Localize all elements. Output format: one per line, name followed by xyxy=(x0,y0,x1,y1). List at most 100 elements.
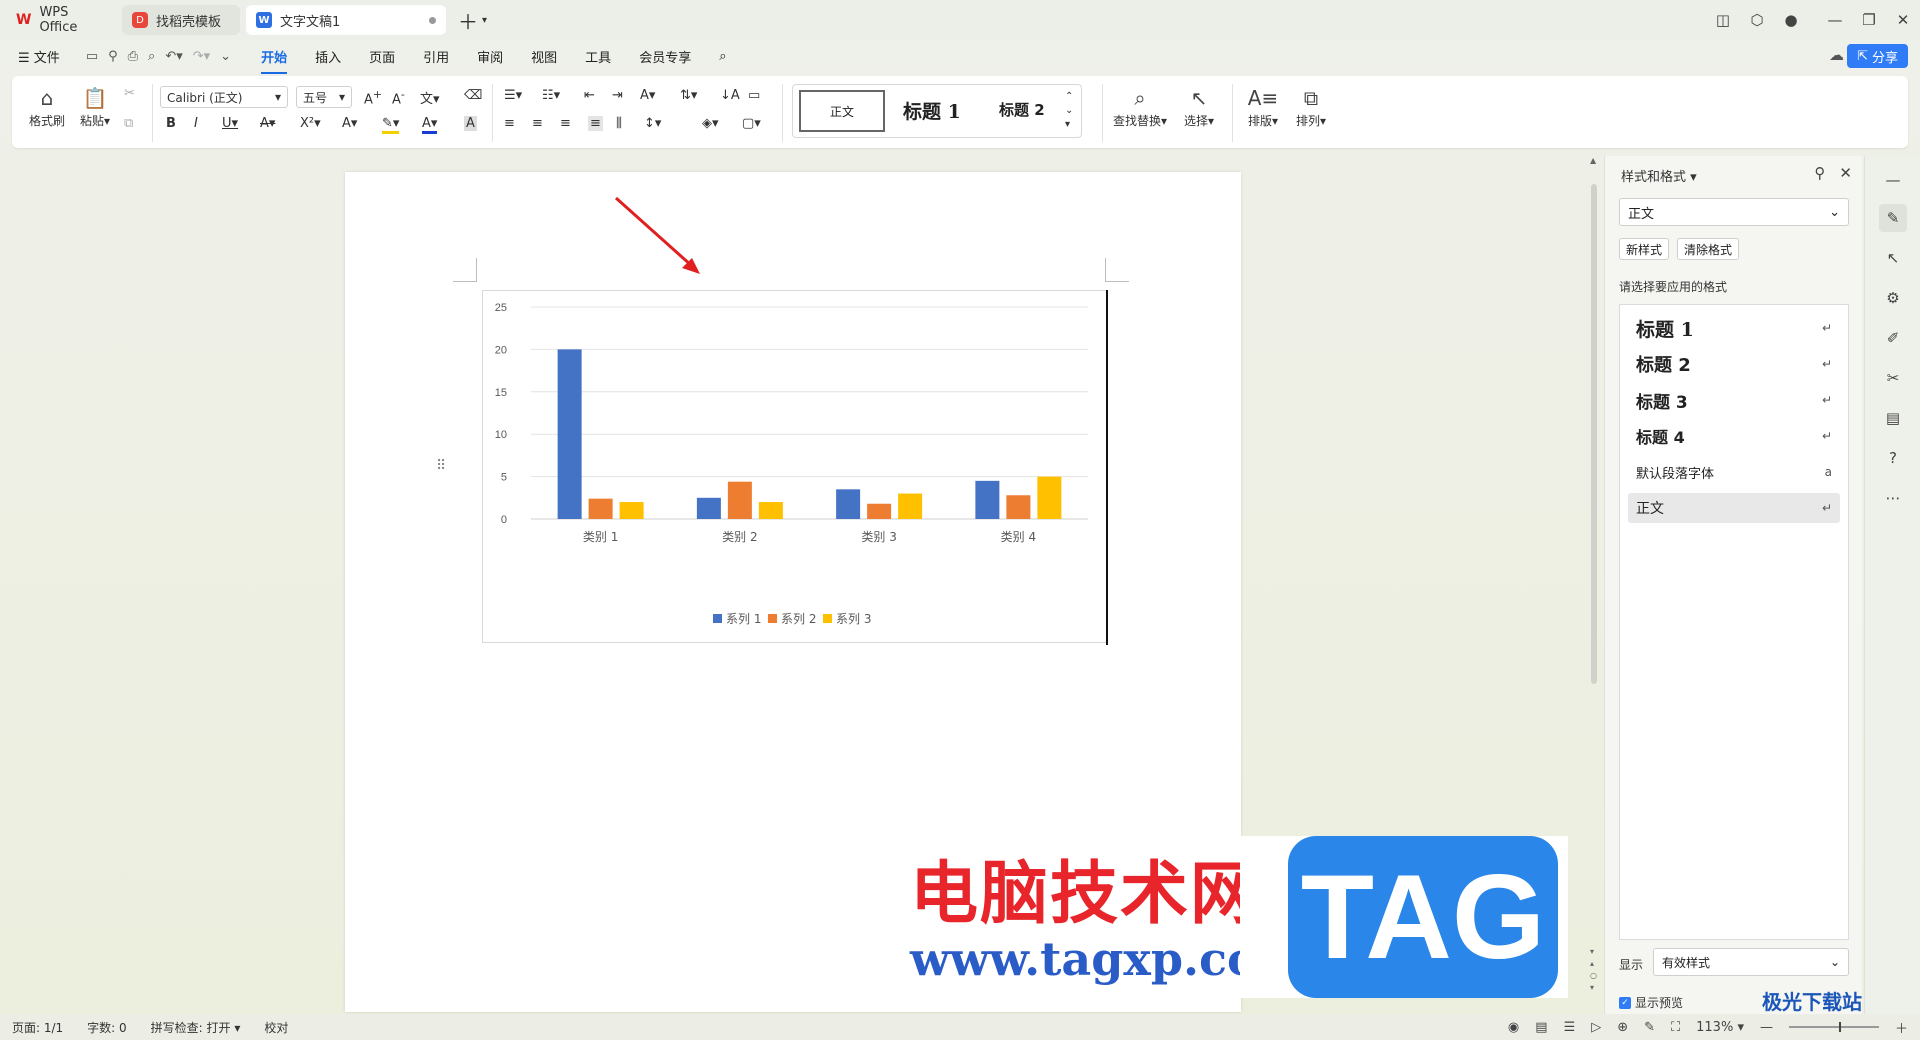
char-shading-icon[interactable]: A xyxy=(464,116,477,131)
border-icon[interactable]: ▢▾ xyxy=(742,116,761,131)
drag-handle-icon[interactable]: ⠿ xyxy=(436,458,446,474)
style-item-default-font[interactable]: 默认段落字体 a xyxy=(1628,457,1840,487)
book-icon[interactable]: ▤ xyxy=(1879,404,1907,432)
zoom-slider[interactable] xyxy=(1788,1022,1879,1032)
italic-icon[interactable]: I xyxy=(194,116,198,131)
embedded-chart[interactable]: 0 5 10 15 20 25 类别 1 类别 2 类别 3 类别 4 系列 1 系列 2 系列 3 xyxy=(482,290,1107,643)
justify-icon[interactable]: ≡ xyxy=(588,116,603,131)
paste-button[interactable]: 📋 粘贴▾ xyxy=(72,84,118,129)
page-view-icon[interactable]: ▤ xyxy=(1535,1020,1547,1035)
chevron-down-icon[interactable]: ⌄ xyxy=(1065,105,1073,116)
help-icon[interactable]: ? xyxy=(1879,444,1907,472)
style-heading-1[interactable]: 标题 1 xyxy=(903,97,961,124)
scroll-up-icon[interactable]: ▲ xyxy=(1590,156,1596,165)
distributed-icon[interactable]: ⫼ xyxy=(616,116,622,131)
phonetic-icon[interactable]: 文▾ xyxy=(420,88,440,107)
save-icon[interactable]: ▭ xyxy=(86,49,98,64)
zoom-out-icon[interactable]: — xyxy=(1760,1020,1773,1035)
format-painter-button[interactable]: ⌂ 格式刷 xyxy=(24,84,70,129)
cut-icon[interactable]: ✂ xyxy=(124,86,135,101)
undo-icon[interactable]: ↶▾ xyxy=(165,49,182,64)
layout-button[interactable]: A≡ 排版▾ xyxy=(1240,84,1286,129)
share-button[interactable]: ⇱ 分享 xyxy=(1847,44,1908,68)
file-menu[interactable]: ☰ 文件 xyxy=(0,47,70,66)
bold-icon[interactable]: B xyxy=(166,116,176,131)
sort-icon[interactable]: ⇅▾ xyxy=(680,88,697,103)
numbered-list-icon[interactable]: ☷▾ xyxy=(542,88,560,103)
more-icon[interactable]: ⌄ xyxy=(220,49,231,64)
superscript-icon[interactable]: X²▾ xyxy=(300,116,321,131)
menu-tab-review[interactable]: 审阅 xyxy=(463,47,517,66)
eraser-icon[interactable]: ⌫ xyxy=(464,88,482,103)
menu-tab-tools[interactable]: 工具 xyxy=(571,47,625,66)
collapse-icon[interactable]: — xyxy=(1879,166,1907,194)
underline-icon[interactable]: U▾ xyxy=(222,116,238,131)
menu-tab-view[interactable]: 视图 xyxy=(517,47,571,66)
search-icon[interactable]: ⌕ xyxy=(705,49,740,64)
web-view-icon[interactable]: ⊕ xyxy=(1617,1020,1628,1035)
adjust-icon[interactable]: ⚙ xyxy=(1879,284,1907,312)
fit-icon[interactable]: ⛶ xyxy=(1671,1020,1680,1035)
close-button[interactable]: ✕ xyxy=(1886,11,1920,29)
layout-icon[interactable]: ◫ xyxy=(1706,11,1740,29)
style-item-heading-3[interactable]: 标题 3 ↵ xyxy=(1628,385,1840,415)
page-nav-icons[interactable]: ▾ ▴ ○ ▾ xyxy=(1590,946,1597,994)
cube-icon[interactable]: ⬡ xyxy=(1740,11,1774,29)
tab-document[interactable]: W 文字文稿1 xyxy=(246,5,446,35)
page-count[interactable]: 页面: 1/1 xyxy=(0,1019,75,1036)
redo-icon[interactable]: ↷▾ xyxy=(193,49,210,64)
highlight-icon[interactable]: ✎▾ xyxy=(382,116,400,134)
tab-stops-icon[interactable]: ▭ xyxy=(748,88,760,103)
grow-font-icon[interactable]: A+ xyxy=(364,88,382,107)
menu-tab-member[interactable]: 会员专享 xyxy=(625,47,705,66)
tools-icon[interactable]: ✂ xyxy=(1879,364,1907,392)
find-replace-button[interactable]: ⌕ 查找替换▾ xyxy=(1110,84,1170,129)
print-preview-icon[interactable]: ⌕ xyxy=(148,49,155,64)
text-direction-icon[interactable]: A▾ xyxy=(640,88,655,103)
style-heading-2[interactable]: 标题 2 xyxy=(999,99,1045,120)
show-filter-select[interactable]: 有效样式 ⌄ xyxy=(1653,948,1849,976)
chevron-up-icon[interactable]: ⌃ xyxy=(1065,91,1073,102)
decrease-indent-icon[interactable]: ⇤ xyxy=(584,88,595,103)
scroll-thumb[interactable] xyxy=(1591,184,1597,684)
text-effect-icon[interactable]: A▾ xyxy=(342,116,357,131)
vertical-scrollbar[interactable]: ▲ ▾ ▴ ○ ▾ xyxy=(1588,156,1600,1014)
align-center-icon[interactable]: ≡ xyxy=(532,116,543,131)
print-icon[interactable]: ⎙ xyxy=(128,49,138,64)
align-right-icon[interactable]: ≡ xyxy=(560,116,571,131)
gallery-expand-icon[interactable]: ▾ xyxy=(1065,119,1070,130)
clear-format-button[interactable]: 清除格式 xyxy=(1677,238,1740,260)
proofread[interactable]: 校对 xyxy=(252,1019,300,1036)
style-item-heading-2[interactable]: 标题 2 ↵ xyxy=(1628,349,1840,379)
zoom-in-icon[interactable]: ＋ xyxy=(1895,1018,1908,1037)
font-family-select[interactable]: Calibri (正文) ▾ xyxy=(160,86,288,108)
shading-icon[interactable]: ◈▾ xyxy=(702,116,719,131)
minimize-button[interactable]: — xyxy=(1818,11,1852,29)
style-item-heading-4[interactable]: 标题 4 ↵ xyxy=(1628,421,1840,451)
select-button[interactable]: ↖ 选择▾ xyxy=(1176,84,1222,129)
cloud-icon[interactable]: ☁ xyxy=(1829,46,1844,64)
word-count[interactable]: 字数: 0 xyxy=(75,1019,139,1036)
style-normal[interactable]: 正文 xyxy=(799,90,885,132)
increase-indent-icon[interactable]: ⇥ xyxy=(612,88,623,103)
outline-view-icon[interactable]: ☰ xyxy=(1564,1020,1576,1035)
strikethrough-icon[interactable]: A▾ xyxy=(260,116,275,131)
edit-doc-icon[interactable]: ✐ xyxy=(1879,324,1907,352)
new-tab-button[interactable]: ＋ ▾ xyxy=(458,6,487,35)
select-pointer-icon[interactable]: ↖ xyxy=(1879,244,1907,272)
font-color-icon[interactable]: A▾ xyxy=(422,116,438,134)
tab-templates[interactable]: D 找稻壳模板 xyxy=(122,5,240,35)
shrink-font-icon[interactable]: A- xyxy=(392,88,405,107)
pin-icon[interactable]: ⚲ xyxy=(1814,164,1825,182)
tab-wps-office[interactable]: W WPS Office xyxy=(6,5,116,35)
arrange-button[interactable]: ⧉ 排列▾ xyxy=(1288,84,1334,129)
font-size-select[interactable]: 五号 ▾ xyxy=(296,86,352,108)
style-item-normal[interactable]: 正文 ↵ xyxy=(1628,493,1840,523)
eye-icon[interactable]: ◉ xyxy=(1508,1020,1519,1035)
sort-az-icon[interactable]: ↓A xyxy=(720,88,740,103)
more-dots-icon[interactable]: ⋯ xyxy=(1879,484,1907,512)
avatar[interactable]: ● xyxy=(1774,11,1808,29)
zoom-level[interactable]: 113% ▾ xyxy=(1696,1020,1744,1035)
show-preview-checkbox[interactable]: ✓ 显示预览 xyxy=(1619,994,1683,1011)
link-icon[interactable]: ⚲ xyxy=(108,49,118,64)
